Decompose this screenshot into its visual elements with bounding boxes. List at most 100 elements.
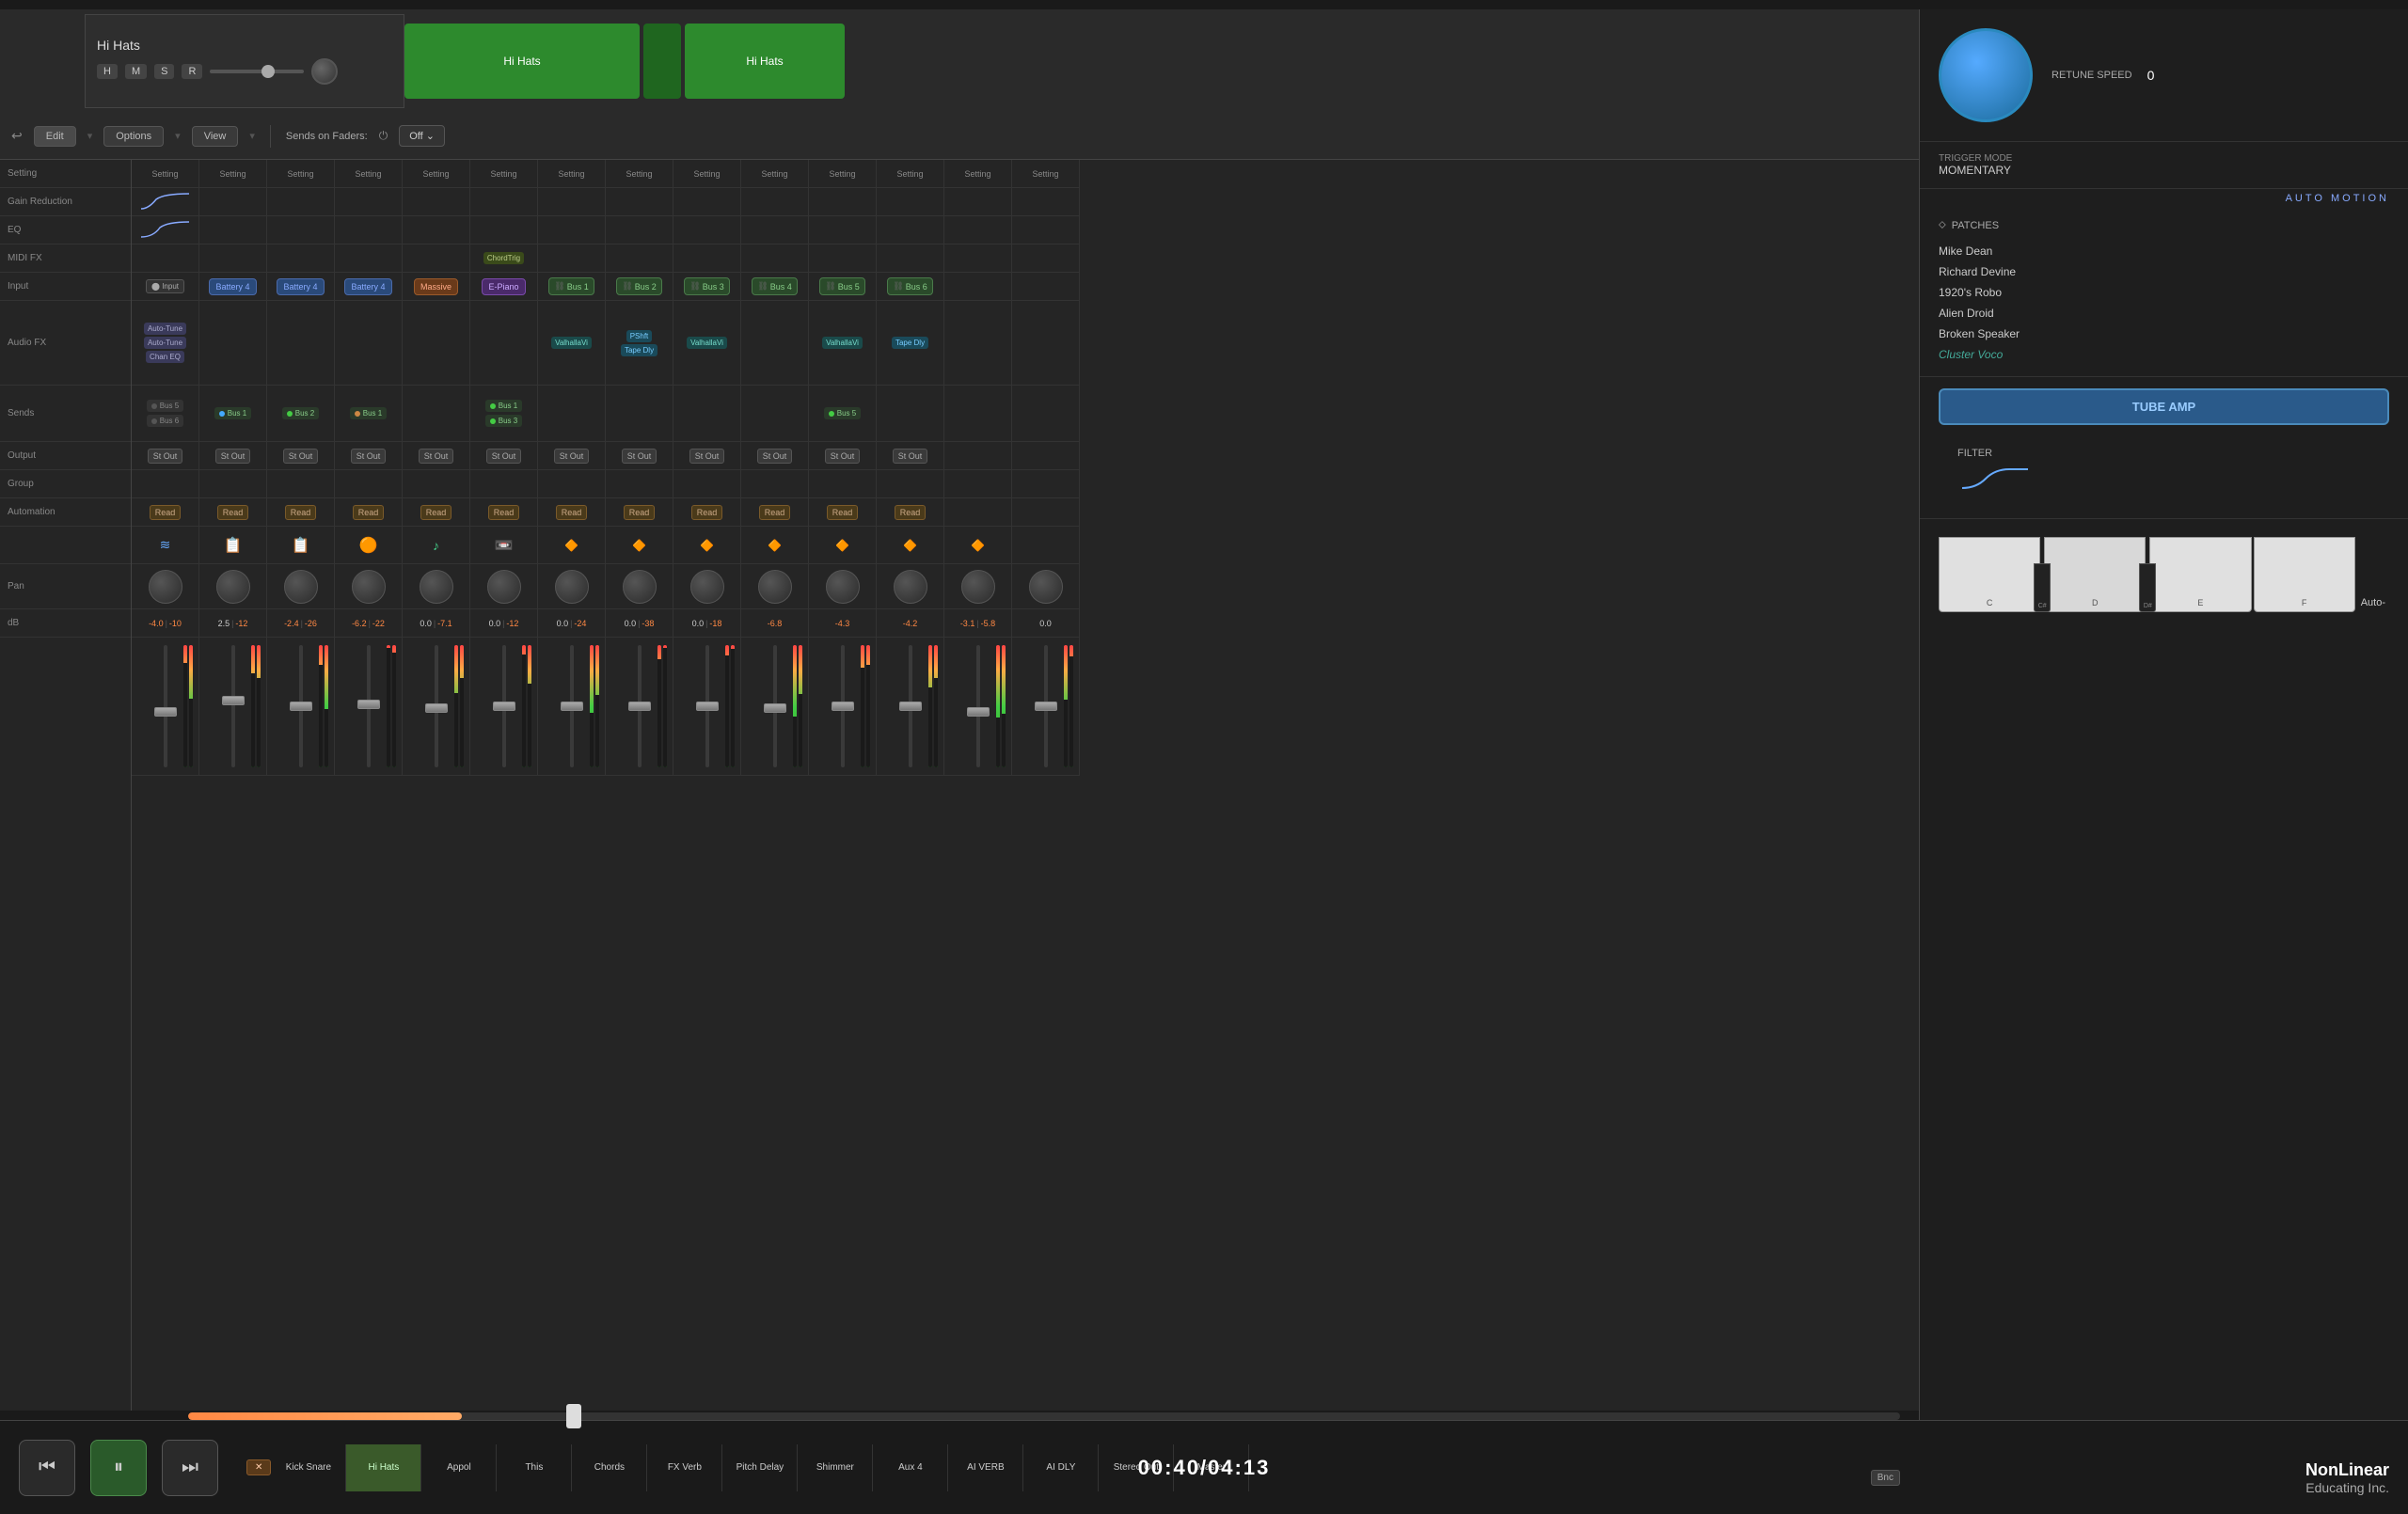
patches-section: ⬦ PATCHES Mike DeanRichard Devine1920's … bbox=[1920, 208, 2408, 377]
track-bottom-2[interactable]: Appol bbox=[421, 1444, 497, 1491]
options-button[interactable]: Options bbox=[103, 126, 164, 147]
fader-strip-1[interactable] bbox=[199, 638, 266, 776]
fader-strip-2[interactable] bbox=[267, 638, 334, 776]
track-bottom-3[interactable]: This bbox=[497, 1444, 572, 1491]
fader-strip-12[interactable] bbox=[944, 638, 1011, 776]
row-label-db: dB bbox=[0, 609, 131, 638]
fader-strip-13[interactable] bbox=[1012, 638, 1079, 776]
piano-key-c[interactable]: C bbox=[1939, 537, 2040, 612]
retune-info: RETUNE SPEED 0 bbox=[2052, 68, 2154, 83]
channel-strip-13: Setting0.0 bbox=[1012, 160, 1080, 776]
patch-item-4[interactable]: Broken Speaker bbox=[1939, 323, 2389, 344]
track-bottom-9[interactable]: AI VERB bbox=[948, 1444, 1023, 1491]
toolbar-separator bbox=[270, 125, 271, 148]
track-header: Hi Hats H M S R bbox=[85, 14, 404, 108]
auto-motion-label: AUTO MOTION bbox=[2286, 193, 2389, 204]
piano-key-dsharp[interactable]: D# bbox=[2139, 563, 2156, 612]
fader-strip-11[interactable] bbox=[877, 638, 943, 776]
track-close-btn[interactable]: ✕ bbox=[246, 1459, 271, 1475]
track-bottom-10[interactable]: AI DLY bbox=[1023, 1444, 1099, 1491]
track-bottom-8[interactable]: Aux 4 bbox=[873, 1444, 948, 1491]
transport-controls: ⏮ ⏸ ⏭ bbox=[0, 1440, 237, 1496]
channel-strip-6: Setting⛓Bus 1ValhallaViSt OutRead🔶0.0|-2… bbox=[538, 160, 606, 776]
mixer-toolbar: ↩ Edit ▾ Options ▾ View ▾ Sends on Fader… bbox=[0, 113, 1919, 160]
track-controls: H M S R bbox=[97, 58, 392, 85]
piano-key-d[interactable]: D bbox=[2044, 537, 2146, 612]
piano-section: C C# D D# E F Auto- bbox=[1920, 518, 2408, 622]
channels-scroll[interactable]: Setting⬤ InputAuto-TuneAuto-TuneChan EQB… bbox=[132, 160, 1919, 1411]
fast-forward-button[interactable]: ⏭ bbox=[162, 1440, 218, 1496]
trigger-mode-value[interactable]: MOMENTARY bbox=[1939, 164, 2012, 177]
clip-hihats-1[interactable]: Hi Hats bbox=[404, 24, 640, 99]
track-s-btn[interactable]: S bbox=[154, 64, 174, 79]
track-r-btn[interactable]: R bbox=[182, 64, 202, 79]
fader-strip-3[interactable] bbox=[335, 638, 402, 776]
retune-knob[interactable] bbox=[1939, 28, 2033, 122]
fader-strip-7[interactable] bbox=[606, 638, 673, 776]
track-volume-knob[interactable] bbox=[311, 58, 338, 85]
clip-empty[interactable] bbox=[643, 24, 681, 99]
filter-section: FILTER bbox=[1939, 436, 2389, 507]
row-labels: Setting Gain Reduction EQ MIDI FX Input … bbox=[0, 160, 132, 1411]
trigger-mode-group: TRIGGER MODE MOMENTARY bbox=[1939, 153, 2012, 177]
progress-bar bbox=[188, 1412, 462, 1420]
row-label-output: Output bbox=[0, 442, 131, 470]
track-slider[interactable] bbox=[210, 70, 304, 73]
view-button[interactable]: View bbox=[192, 126, 239, 147]
fader-strip-10[interactable] bbox=[809, 638, 876, 776]
patch-item-2[interactable]: 1920's Robo bbox=[1939, 282, 2389, 303]
fader-strip-0[interactable] bbox=[132, 638, 198, 776]
row-label-midifx: MIDI FX bbox=[0, 244, 131, 273]
row-label-input: Input bbox=[0, 273, 131, 301]
filter-label: FILTER bbox=[1957, 448, 2370, 459]
fader-strip-4[interactable] bbox=[403, 638, 469, 776]
fader-strip-8[interactable] bbox=[673, 638, 740, 776]
channel-strip-0: Setting⬤ InputAuto-TuneAuto-TuneChan EQB… bbox=[132, 160, 199, 776]
right-panel: RETUNE SPEED 0 TRIGGER MODE MOMENTARY AU… bbox=[1919, 9, 2408, 1514]
track-bottom-6[interactable]: Pitch Delay bbox=[722, 1444, 798, 1491]
piano-key-e[interactable]: E bbox=[2149, 537, 2251, 612]
channel-strip-7: Setting⛓Bus 2PShftTape DlySt OutRead🔶0.0… bbox=[606, 160, 673, 776]
edit-button[interactable]: Edit bbox=[34, 126, 76, 147]
piano-key-f[interactable]: F bbox=[2254, 537, 2355, 612]
piano-key-csharp[interactable]: C# bbox=[2034, 563, 2051, 612]
row-label-setting: Setting bbox=[0, 160, 131, 188]
track-m-btn[interactable]: M bbox=[125, 64, 147, 79]
sends-off-dropdown[interactable]: Off ⌄ bbox=[399, 125, 445, 147]
bnc-button[interactable]: Bnc bbox=[1871, 1470, 1900, 1486]
patches-header: ⬦ PATCHES bbox=[1939, 219, 2389, 231]
play-pause-button[interactable]: ⏸ bbox=[90, 1440, 147, 1496]
mixer-back-icon[interactable]: ↩ bbox=[11, 128, 23, 144]
progress-thumb[interactable] bbox=[566, 1404, 581, 1428]
channel-strip-12: Setting🔶-3.1|-5.8 bbox=[944, 160, 1012, 776]
fader-strip-5[interactable] bbox=[470, 638, 537, 776]
patch-item-1[interactable]: Richard Devine bbox=[1939, 261, 2389, 282]
track-bottom-5[interactable]: FX Verb bbox=[647, 1444, 722, 1491]
sends-label: Sends on Faders: bbox=[286, 131, 368, 142]
fader-strip-6[interactable] bbox=[538, 638, 605, 776]
channel-strip-2: SettingBattery 4Bus 2St OutRead📋-2.4|-26 bbox=[267, 160, 335, 776]
patch-item-5[interactable]: Cluster Voco bbox=[1939, 344, 2389, 365]
tube-amp-button[interactable]: TUBE AMP bbox=[1939, 388, 2389, 425]
track-bottom-0[interactable]: Kick Snare bbox=[271, 1444, 346, 1491]
trigger-section: TRIGGER MODE MOMENTARY bbox=[1920, 142, 2408, 189]
mixer-content: Setting Gain Reduction EQ MIDI FX Input … bbox=[0, 160, 1919, 1411]
retune-speed-row: RETUNE SPEED 0 bbox=[2052, 68, 2154, 83]
row-label-eq: EQ bbox=[0, 216, 131, 244]
clip-hihats-2[interactable]: Hi Hats bbox=[685, 24, 845, 99]
track-h-btn[interactable]: H bbox=[97, 64, 118, 79]
track-bottom-1[interactable]: Hi Hats bbox=[346, 1444, 421, 1491]
fader-strip-9[interactable] bbox=[741, 638, 808, 776]
channel-strip-3: SettingBattery 4Bus 1St OutRead🟠-6.2|-22 bbox=[335, 160, 403, 776]
patch-item-3[interactable]: Alien Droid bbox=[1939, 303, 2389, 323]
rewind-button[interactable]: ⏮ bbox=[19, 1440, 75, 1496]
progress-bar-container[interactable] bbox=[188, 1412, 1900, 1420]
track-bottom-7[interactable]: Shimmer bbox=[798, 1444, 873, 1491]
sends-power-icon[interactable]: ⏻ bbox=[379, 129, 388, 143]
auto-label: Auto- bbox=[2357, 593, 2389, 612]
track-bottom-4[interactable]: Chords bbox=[572, 1444, 647, 1491]
patch-item-0[interactable]: Mike Dean bbox=[1939, 241, 2389, 261]
channels-grid: Setting⬤ InputAuto-TuneAuto-TuneChan EQB… bbox=[132, 160, 1080, 776]
retune-speed-label: RETUNE SPEED bbox=[2052, 70, 2132, 81]
mixer-area: ↩ Edit ▾ Options ▾ View ▾ Sends on Fader… bbox=[0, 113, 1919, 1411]
